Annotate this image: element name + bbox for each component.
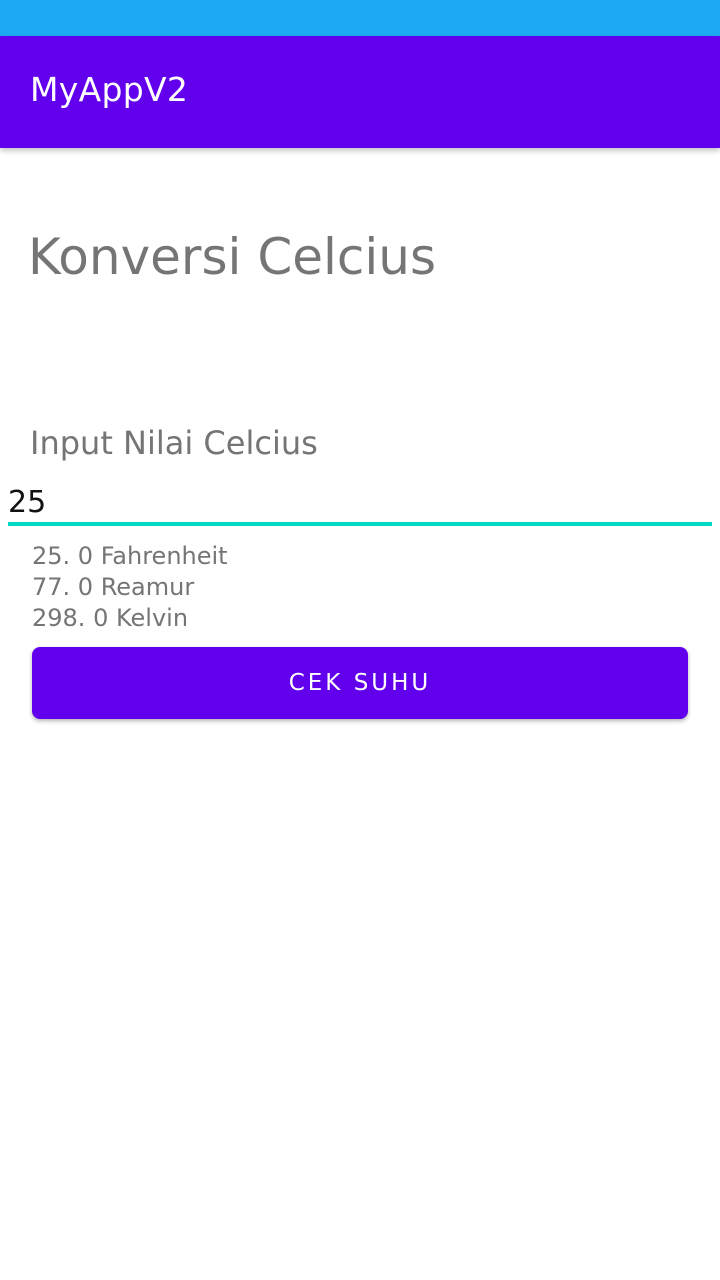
page-title: Konversi Celcius bbox=[28, 228, 437, 286]
result-kelvin: 298. 0 Kelvin bbox=[32, 604, 189, 632]
check-temperature-button[interactable]: CEK SUHU bbox=[32, 647, 688, 719]
app-title: MyAppV2 bbox=[30, 70, 189, 109]
result-reamur: 77. 0 Reamur bbox=[32, 573, 195, 601]
celsius-input[interactable] bbox=[8, 482, 712, 526]
result-fahrenheit: 25. 0 Fahrenheit bbox=[32, 542, 228, 570]
status-bar bbox=[0, 0, 720, 36]
app-bar: MyAppV2 bbox=[0, 36, 720, 148]
celsius-input-label: Input Nilai Celcius bbox=[30, 424, 318, 462]
